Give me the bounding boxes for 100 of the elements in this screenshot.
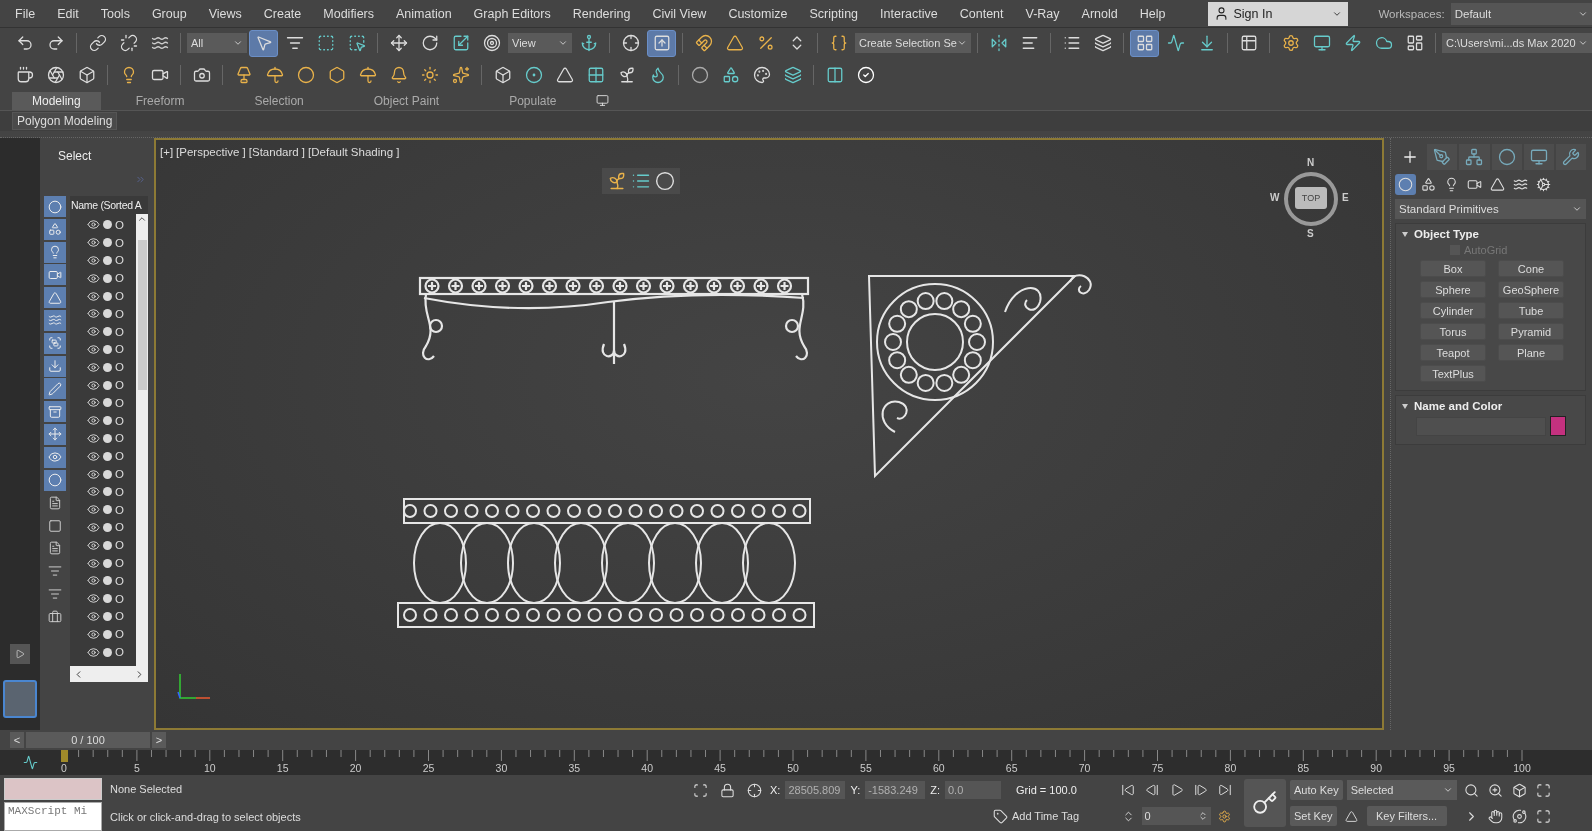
menu-item[interactable]: Interactive <box>869 6 949 21</box>
object-name[interactable]: O <box>115 379 124 392</box>
toolbar-dropdown[interactable]: View <box>508 33 572 53</box>
ribbon-tab[interactable]: Modeling <box>12 92 101 110</box>
viewport-label[interactable]: [Default Shading ] <box>308 146 400 158</box>
object-name[interactable]: O <box>115 592 124 605</box>
primitive-button[interactable]: Pyramid <box>1498 323 1564 340</box>
object-name[interactable]: O <box>115 361 124 374</box>
primitives-dropdown[interactable]: Standard Primitives <box>1395 199 1586 219</box>
workspace-dropdown[interactable]: Default <box>1450 2 1592 25</box>
menu-item[interactable]: Rendering <box>561 6 642 21</box>
menu-item[interactable]: Help <box>1128 6 1177 21</box>
primitive-button[interactable]: Plane <box>1498 344 1564 361</box>
menu-item[interactable]: Graph Editors <box>462 6 562 21</box>
viewcube-face[interactable]: TOP <box>1295 187 1327 209</box>
primitive-button[interactable]: Cone <box>1498 260 1564 277</box>
primitive-button[interactable]: Box <box>1420 260 1486 277</box>
coordinate-label: X: <box>770 784 781 796</box>
menu-item[interactable]: Edit <box>46 6 90 21</box>
object-name[interactable]: O <box>115 236 124 249</box>
coordinate-field[interactable]: 0.0 <box>945 781 1001 799</box>
coordinate-label: Z: <box>930 784 940 796</box>
object-name[interactable]: O <box>115 646 124 658</box>
frame-label: 50 <box>787 762 799 774</box>
ribbon-tab[interactable]: Selection <box>219 92 339 110</box>
menu-item[interactable]: Scripting <box>798 6 870 21</box>
toolbar-dropdown[interactable]: C:\Users\mi...ds Max 2020 <box>1442 33 1592 53</box>
menu-item[interactable]: Views <box>197 6 253 21</box>
object-name[interactable]: O <box>115 307 124 320</box>
rollout-header[interactable]: Object Type <box>1402 228 1579 240</box>
column-header[interactable]: Name (Sorted A <box>70 196 148 214</box>
frame-label: 60 <box>932 762 945 774</box>
add-time-tag-button[interactable]: Add Time Tag <box>992 806 1079 826</box>
menu-item[interactable]: File <box>4 6 47 21</box>
menu-item[interactable]: Create <box>252 6 313 21</box>
toolbar-dropdown[interactable]: Create Selection Se <box>855 33 971 53</box>
maxscript-field[interactable]: MAXScript Mi <box>4 802 102 831</box>
object-name[interactable]: O <box>115 254 124 267</box>
object-name[interactable]: O <box>115 414 124 427</box>
menu-item[interactable]: V-Ray <box>1014 6 1071 21</box>
viewport-label[interactable]: [Perspective ] <box>176 146 246 158</box>
object-name[interactable]: O <box>115 503 124 516</box>
timeline-ruler[interactable]: 0 5 10 15 20 25 30 35 40 45 50 55 60 65 70 75 80 85 90 95 100 <box>60 750 1530 775</box>
key-mode-dropdown[interactable]: Selected <box>1346 780 1457 800</box>
time-slider-thumb[interactable]: 0 / 100 <box>26 732 150 748</box>
menu-item[interactable]: Content <box>948 6 1015 21</box>
menu-item[interactable]: Group <box>140 6 198 21</box>
frame-label: 30 <box>495 762 508 774</box>
object-name[interactable]: O <box>115 539 124 552</box>
primitive-button[interactable]: Cylinder <box>1420 302 1486 319</box>
set-key-button[interactable]: Set Key <box>1290 806 1337 826</box>
object-name[interactable]: O <box>115 290 124 303</box>
object-name[interactable]: O <box>115 557 124 570</box>
toolbar-dropdown[interactable]: All <box>187 33 247 53</box>
coordinate-field[interactable]: 28505.809 <box>785 781 846 799</box>
object-name[interactable]: O <box>115 450 124 463</box>
key-filters-button[interactable]: Key Filters... <box>1366 806 1447 826</box>
menu-item[interactable]: Customize <box>717 6 799 21</box>
primitive-button[interactable]: Sphere <box>1420 281 1486 298</box>
workspaces-label: Workspaces: <box>1378 7 1445 20</box>
menu-item[interactable]: Arnold <box>1070 6 1129 21</box>
object-name[interactable]: O <box>115 485 124 498</box>
object-name[interactable]: O <box>115 218 124 231</box>
primitive-button[interactable]: GeoSphere <box>1498 281 1564 298</box>
coordinate-field[interactable]: -1583.249 <box>865 781 926 799</box>
frame-label: 95 <box>1443 762 1455 774</box>
menu-item[interactable]: Modifiers <box>312 6 385 21</box>
object-name[interactable]: O <box>115 272 124 285</box>
object-name[interactable]: O <box>115 325 124 338</box>
primitive-button[interactable]: Torus <box>1420 323 1486 340</box>
object-name[interactable]: O <box>115 396 124 409</box>
object-name[interactable]: O <box>115 574 124 587</box>
ribbon-tab[interactable]: Populate <box>474 92 592 110</box>
viewport-label[interactable]: [+] <box>160 146 174 158</box>
menu-item[interactable]: Animation <box>385 6 463 21</box>
ribbon-panel-tab[interactable]: Polygon Modeling <box>12 112 118 130</box>
time-slider-track[interactable]: 0 / 100 > <box>26 732 1532 748</box>
object-name[interactable]: O <box>115 432 124 445</box>
next-frame-button[interactable]: > <box>152 732 166 748</box>
primitive-button[interactable]: Tube <box>1498 302 1564 319</box>
perspective-viewport[interactable]: [+] [Perspective ] [Standard ] [Default Shading ] N W TOP E S <box>154 138 1384 730</box>
primitive-button[interactable]: TextPlus <box>1420 365 1486 382</box>
object-name[interactable]: O <box>115 343 124 356</box>
menu-item[interactable]: Civil View <box>641 6 718 21</box>
ribbon-tab[interactable]: Freeform <box>100 92 220 110</box>
object-name[interactable]: O <box>115 521 124 534</box>
explorer-title: Select <box>57 148 93 165</box>
viewport-label[interactable]: [Standard ] <box>248 146 306 158</box>
primitive-button[interactable]: Teapot <box>1420 344 1486 361</box>
sign-in-button[interactable]: Sign In <box>1208 1 1349 26</box>
object-name[interactable]: O <box>115 628 124 641</box>
object-name[interactable]: O <box>115 610 124 623</box>
frame-label: 45 <box>714 762 726 774</box>
menu-item[interactable]: Tools <box>89 6 141 21</box>
auto-key-button[interactable]: Auto Key <box>1290 780 1343 800</box>
frame-spinner[interactable]: 0 <box>1141 807 1212 825</box>
previous-frame-button[interactable]: < <box>10 732 24 748</box>
object-name[interactable]: O <box>115 468 124 481</box>
ribbon-tab[interactable]: Object Paint <box>338 92 475 110</box>
frame-label: 5 <box>133 762 140 774</box>
